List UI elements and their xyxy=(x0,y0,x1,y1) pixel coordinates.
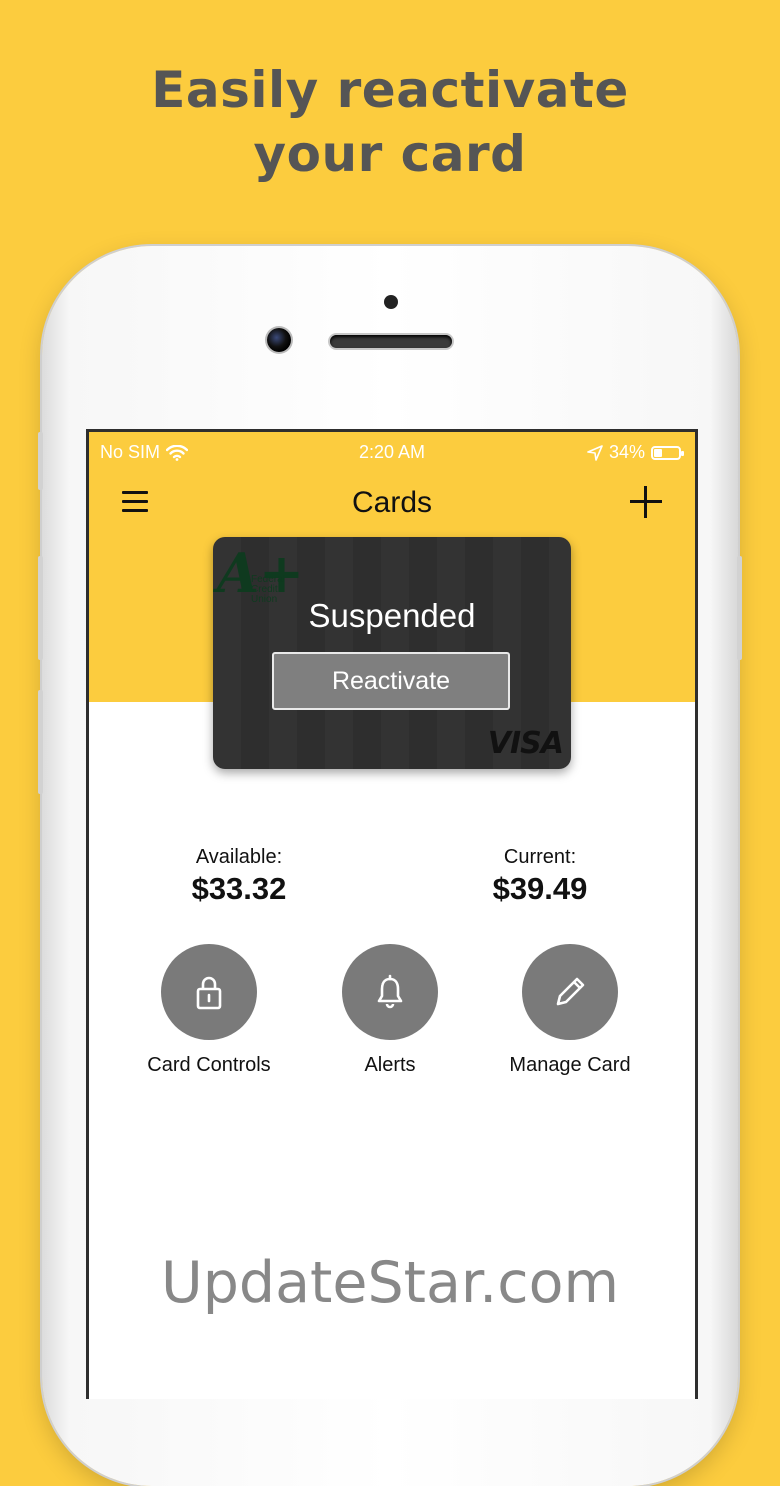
bell-icon xyxy=(377,974,403,1009)
watermark: UpdateStar.com xyxy=(161,1250,619,1316)
available-value: $33.32 xyxy=(191,871,287,906)
status-bar: No SIM 2:20 AM 34% xyxy=(89,432,695,472)
available-balance: Available: $33.32 xyxy=(164,846,314,907)
alerts-button[interactable]: Alerts xyxy=(300,944,480,1077)
phone-camera xyxy=(267,328,291,352)
headline-line-2: your card xyxy=(253,125,527,183)
alerts-circle[interactable] xyxy=(342,944,438,1040)
credit-card[interactable]: A+ Federal Credit Union Suspended Reacti… xyxy=(213,537,571,769)
phone-volume-up xyxy=(38,556,43,660)
phone-sensor xyxy=(384,295,398,309)
add-card-icon[interactable] xyxy=(630,486,662,518)
phone-speaker xyxy=(330,335,452,348)
phone-side-button xyxy=(38,432,43,490)
card-controls-circle[interactable] xyxy=(161,944,257,1040)
manage-card-label: Manage Card xyxy=(509,1054,631,1076)
phone-volume-down xyxy=(38,690,43,794)
visa-logo: VISA xyxy=(487,726,564,761)
current-label: Current: xyxy=(503,846,577,868)
battery-icon xyxy=(651,445,684,460)
available-label: Available: xyxy=(195,846,283,868)
location-icon xyxy=(587,444,603,461)
reactivate-button[interactable]: Reactivate xyxy=(272,652,510,710)
battery-percent: 34% xyxy=(608,442,645,462)
card-status: Suspended xyxy=(308,597,476,634)
card-controls-button[interactable]: Card Controls xyxy=(119,944,299,1077)
nav-bar: Cards xyxy=(89,476,695,532)
headline: Easily reactivate your card xyxy=(0,58,780,186)
lock-icon xyxy=(196,976,222,1010)
current-value: $39.49 xyxy=(492,871,588,906)
page-title: Cards xyxy=(351,486,433,519)
manage-card-circle[interactable] xyxy=(522,944,618,1040)
battery-level xyxy=(654,448,662,457)
phone-power-button xyxy=(737,556,742,660)
card-controls-label: Card Controls xyxy=(147,1054,271,1076)
current-balance: Current: $39.49 xyxy=(465,846,615,907)
headline-line-1: Easily reactivate xyxy=(151,61,629,119)
alerts-label: Alerts xyxy=(364,1054,416,1076)
pencil-icon xyxy=(556,977,585,1006)
manage-card-button[interactable]: Manage Card xyxy=(480,944,660,1077)
